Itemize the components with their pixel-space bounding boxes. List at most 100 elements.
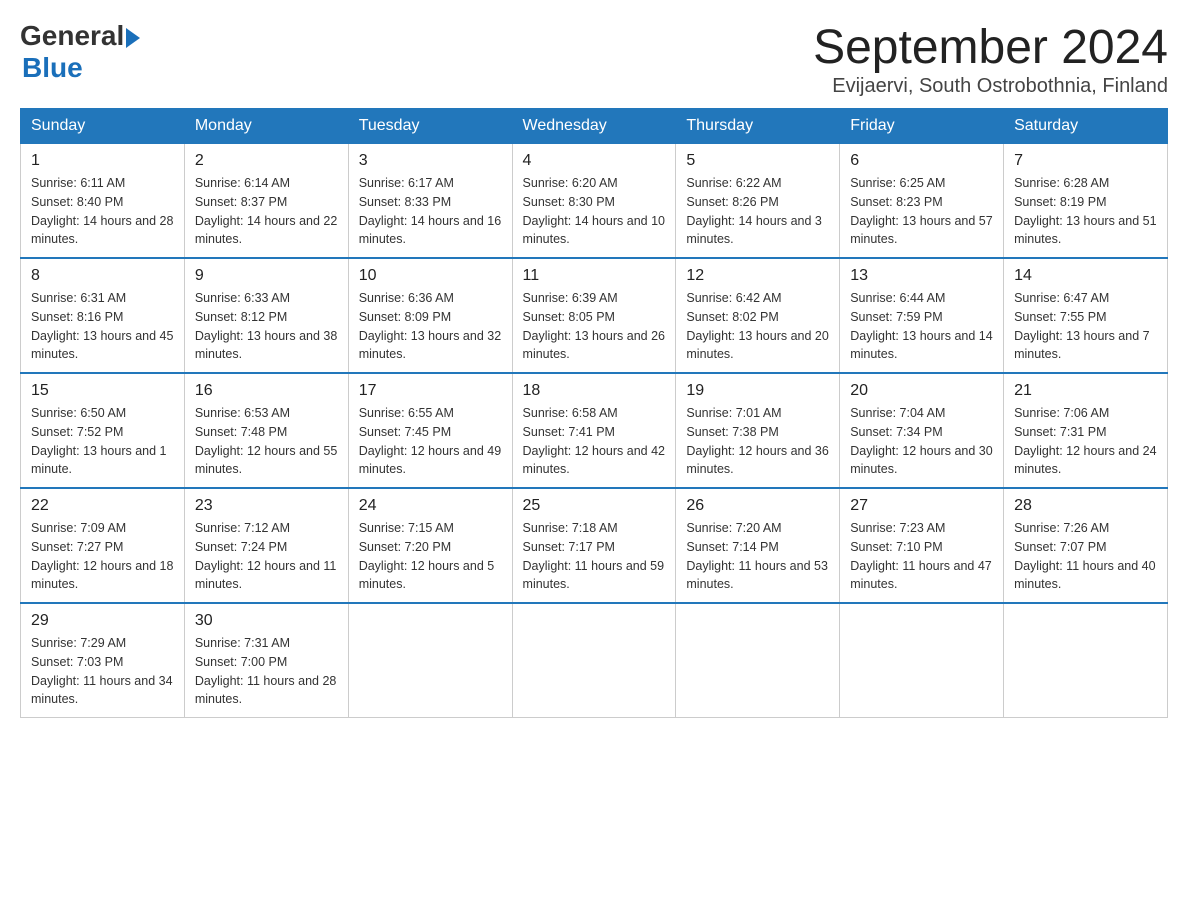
day-info: Sunrise: 6:36 AMSunset: 8:09 PMDaylight:… (359, 289, 502, 364)
day-number: 6 (850, 152, 993, 170)
day-number: 22 (31, 497, 174, 515)
day-info: Sunrise: 7:23 AMSunset: 7:10 PMDaylight:… (850, 519, 993, 594)
calendar-cell: 14 Sunrise: 6:47 AMSunset: 7:55 PMDaylig… (1004, 258, 1168, 373)
calendar-cell (676, 603, 840, 718)
day-info: Sunrise: 6:31 AMSunset: 8:16 PMDaylight:… (31, 289, 174, 364)
calendar-cell: 7 Sunrise: 6:28 AMSunset: 8:19 PMDayligh… (1004, 144, 1168, 259)
calendar-cell: 1 Sunrise: 6:11 AMSunset: 8:40 PMDayligh… (21, 144, 185, 259)
weekday-header-wednesday: Wednesday (512, 109, 676, 144)
day-number: 8 (31, 267, 174, 285)
calendar-cell: 30 Sunrise: 7:31 AMSunset: 7:00 PMDaylig… (184, 603, 348, 718)
day-info: Sunrise: 6:25 AMSunset: 8:23 PMDaylight:… (850, 174, 993, 249)
day-info: Sunrise: 7:31 AMSunset: 7:00 PMDaylight:… (195, 634, 338, 709)
calendar-cell: 28 Sunrise: 7:26 AMSunset: 7:07 PMDaylig… (1004, 488, 1168, 603)
calendar-cell: 18 Sunrise: 6:58 AMSunset: 7:41 PMDaylig… (512, 373, 676, 488)
calendar-cell: 5 Sunrise: 6:22 AMSunset: 8:26 PMDayligh… (676, 144, 840, 259)
weekday-header-tuesday: Tuesday (348, 109, 512, 144)
day-number: 27 (850, 497, 993, 515)
weekday-header-friday: Friday (840, 109, 1004, 144)
day-info: Sunrise: 6:42 AMSunset: 8:02 PMDaylight:… (686, 289, 829, 364)
logo: General Blue (20, 20, 140, 84)
calendar-cell: 11 Sunrise: 6:39 AMSunset: 8:05 PMDaylig… (512, 258, 676, 373)
month-title: September 2024 (813, 20, 1168, 75)
calendar-cell (1004, 603, 1168, 718)
day-number: 13 (850, 267, 993, 285)
logo-arrow-icon (126, 28, 140, 48)
day-number: 18 (523, 382, 666, 400)
day-info: Sunrise: 6:11 AMSunset: 8:40 PMDaylight:… (31, 174, 174, 249)
day-info: Sunrise: 6:33 AMSunset: 8:12 PMDaylight:… (195, 289, 338, 364)
calendar-week-row: 15 Sunrise: 6:50 AMSunset: 7:52 PMDaylig… (21, 373, 1168, 488)
day-info: Sunrise: 6:28 AMSunset: 8:19 PMDaylight:… (1014, 174, 1157, 249)
calendar-cell: 9 Sunrise: 6:33 AMSunset: 8:12 PMDayligh… (184, 258, 348, 373)
calendar-cell: 3 Sunrise: 6:17 AMSunset: 8:33 PMDayligh… (348, 144, 512, 259)
day-number: 20 (850, 382, 993, 400)
day-info: Sunrise: 7:18 AMSunset: 7:17 PMDaylight:… (523, 519, 666, 594)
day-info: Sunrise: 7:04 AMSunset: 7:34 PMDaylight:… (850, 404, 993, 479)
logo-blue: Blue (22, 52, 140, 84)
calendar-cell: 17 Sunrise: 6:55 AMSunset: 7:45 PMDaylig… (348, 373, 512, 488)
calendar-cell: 29 Sunrise: 7:29 AMSunset: 7:03 PMDaylig… (21, 603, 185, 718)
day-info: Sunrise: 7:20 AMSunset: 7:14 PMDaylight:… (686, 519, 829, 594)
calendar-cell (840, 603, 1004, 718)
day-number: 10 (359, 267, 502, 285)
day-number: 12 (686, 267, 829, 285)
calendar-cell: 21 Sunrise: 7:06 AMSunset: 7:31 PMDaylig… (1004, 373, 1168, 488)
day-info: Sunrise: 7:01 AMSunset: 7:38 PMDaylight:… (686, 404, 829, 479)
calendar-cell: 15 Sunrise: 6:50 AMSunset: 7:52 PMDaylig… (21, 373, 185, 488)
calendar-cell: 4 Sunrise: 6:20 AMSunset: 8:30 PMDayligh… (512, 144, 676, 259)
day-info: Sunrise: 6:14 AMSunset: 8:37 PMDaylight:… (195, 174, 338, 249)
calendar-cell: 20 Sunrise: 7:04 AMSunset: 7:34 PMDaylig… (840, 373, 1004, 488)
calendar-cell (348, 603, 512, 718)
day-number: 26 (686, 497, 829, 515)
page-header: General Blue September 2024 Evijaervi, S… (20, 20, 1168, 98)
logo-general: General (20, 20, 124, 52)
calendar-cell: 10 Sunrise: 6:36 AMSunset: 8:09 PMDaylig… (348, 258, 512, 373)
day-number: 17 (359, 382, 502, 400)
day-info: Sunrise: 6:17 AMSunset: 8:33 PMDaylight:… (359, 174, 502, 249)
day-number: 29 (31, 612, 174, 630)
day-number: 15 (31, 382, 174, 400)
day-number: 28 (1014, 497, 1157, 515)
day-info: Sunrise: 7:15 AMSunset: 7:20 PMDaylight:… (359, 519, 502, 594)
day-number: 23 (195, 497, 338, 515)
day-info: Sunrise: 6:39 AMSunset: 8:05 PMDaylight:… (523, 289, 666, 364)
day-info: Sunrise: 7:26 AMSunset: 7:07 PMDaylight:… (1014, 519, 1157, 594)
calendar-cell: 25 Sunrise: 7:18 AMSunset: 7:17 PMDaylig… (512, 488, 676, 603)
weekday-header-monday: Monday (184, 109, 348, 144)
day-number: 9 (195, 267, 338, 285)
day-info: Sunrise: 7:09 AMSunset: 7:27 PMDaylight:… (31, 519, 174, 594)
day-number: 25 (523, 497, 666, 515)
day-info: Sunrise: 7:12 AMSunset: 7:24 PMDaylight:… (195, 519, 338, 594)
calendar-cell (512, 603, 676, 718)
calendar-cell: 26 Sunrise: 7:20 AMSunset: 7:14 PMDaylig… (676, 488, 840, 603)
title-section: September 2024 Evijaervi, South Ostrobot… (813, 20, 1168, 98)
calendar-table: SundayMondayTuesdayWednesdayThursdayFrid… (20, 108, 1168, 718)
calendar-cell: 23 Sunrise: 7:12 AMSunset: 7:24 PMDaylig… (184, 488, 348, 603)
day-number: 19 (686, 382, 829, 400)
day-number: 4 (523, 152, 666, 170)
day-info: Sunrise: 7:06 AMSunset: 7:31 PMDaylight:… (1014, 404, 1157, 479)
day-info: Sunrise: 6:20 AMSunset: 8:30 PMDaylight:… (523, 174, 666, 249)
day-number: 7 (1014, 152, 1157, 170)
day-info: Sunrise: 7:29 AMSunset: 7:03 PMDaylight:… (31, 634, 174, 709)
day-number: 24 (359, 497, 502, 515)
day-info: Sunrise: 6:58 AMSunset: 7:41 PMDaylight:… (523, 404, 666, 479)
calendar-week-row: 22 Sunrise: 7:09 AMSunset: 7:27 PMDaylig… (21, 488, 1168, 603)
day-number: 16 (195, 382, 338, 400)
calendar-header-row: SundayMondayTuesdayWednesdayThursdayFrid… (21, 109, 1168, 144)
day-info: Sunrise: 6:47 AMSunset: 7:55 PMDaylight:… (1014, 289, 1157, 364)
calendar-cell: 24 Sunrise: 7:15 AMSunset: 7:20 PMDaylig… (348, 488, 512, 603)
day-info: Sunrise: 6:44 AMSunset: 7:59 PMDaylight:… (850, 289, 993, 364)
day-info: Sunrise: 6:53 AMSunset: 7:48 PMDaylight:… (195, 404, 338, 479)
weekday-header-thursday: Thursday (676, 109, 840, 144)
day-info: Sunrise: 6:50 AMSunset: 7:52 PMDaylight:… (31, 404, 174, 479)
weekday-header-sunday: Sunday (21, 109, 185, 144)
calendar-cell: 8 Sunrise: 6:31 AMSunset: 8:16 PMDayligh… (21, 258, 185, 373)
day-number: 21 (1014, 382, 1157, 400)
calendar-week-row: 29 Sunrise: 7:29 AMSunset: 7:03 PMDaylig… (21, 603, 1168, 718)
day-info: Sunrise: 6:22 AMSunset: 8:26 PMDaylight:… (686, 174, 829, 249)
day-number: 1 (31, 152, 174, 170)
day-number: 30 (195, 612, 338, 630)
weekday-header-saturday: Saturday (1004, 109, 1168, 144)
